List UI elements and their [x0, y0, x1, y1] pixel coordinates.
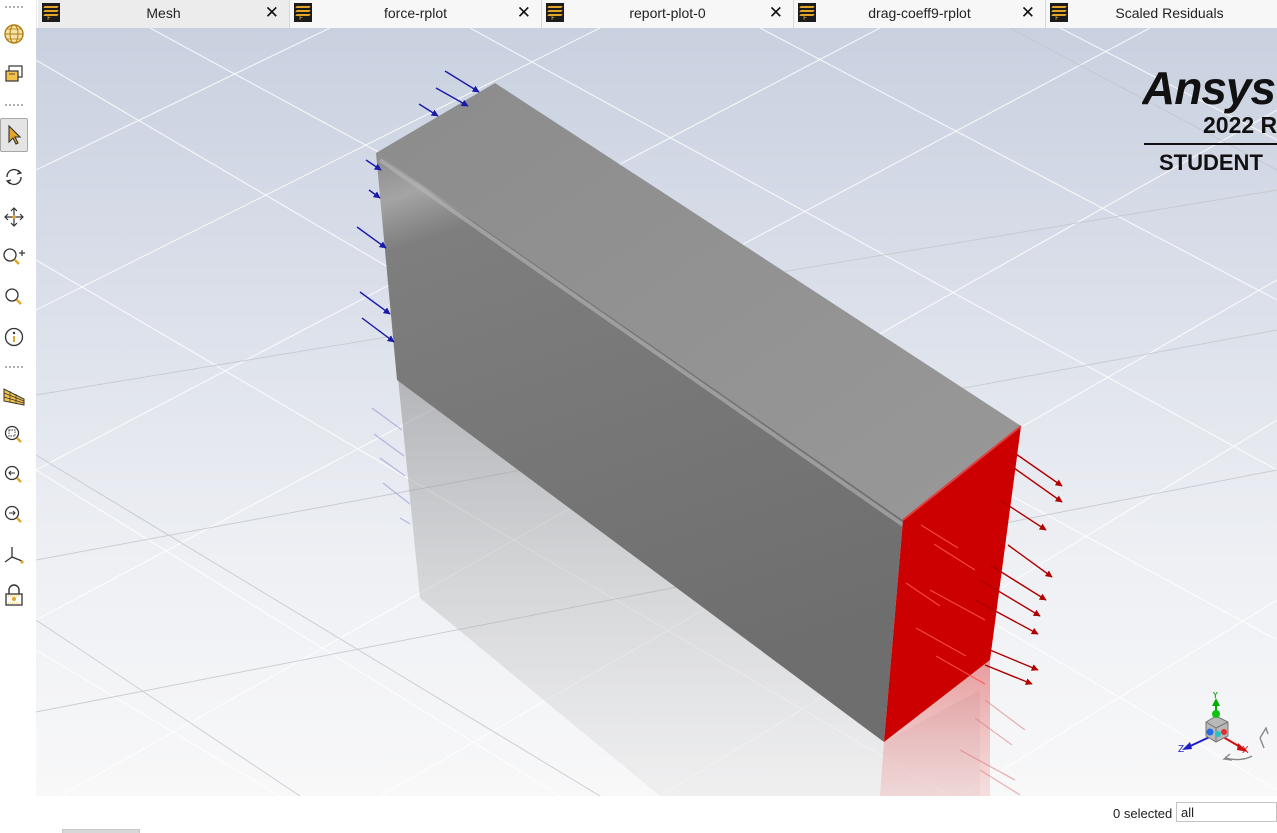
tab-label: Scaled Residuals [1115, 5, 1224, 21]
logo-version: 2022 R [1203, 112, 1277, 138]
graphics-toolbar [0, 0, 37, 832]
zoom-out-button[interactable] [0, 458, 28, 492]
selection-filter-input[interactable] [1176, 802, 1277, 822]
zoom-out-icon [4, 465, 22, 483]
rotate-button[interactable] [0, 160, 28, 194]
logo-edition: STUDENT [1159, 150, 1263, 175]
zoom-icon [5, 288, 22, 305]
view-axes-icon [4, 547, 24, 564]
zoom-to-box-button[interactable] [0, 418, 28, 452]
pan-button[interactable] [0, 200, 28, 234]
fit-to-window-button[interactable] [0, 498, 28, 532]
triad-x-label: X [1242, 745, 1249, 756]
mesh-plane-icon [3, 388, 25, 406]
probe-info-icon [4, 327, 24, 347]
close-icon[interactable]: ✕ [769, 4, 783, 22]
close-icon[interactable]: ✕ [265, 4, 279, 22]
mesh-sphere-button[interactable] [0, 17, 28, 51]
view-axes-button[interactable] [0, 538, 28, 572]
probe-info-button[interactable] [0, 320, 28, 354]
pan-icon [4, 207, 24, 227]
rotate-icon [5, 169, 23, 185]
tab-mesh[interactable]: F Mesh ✕ [38, 0, 290, 28]
tab-scaled-residuals[interactable]: F Scaled Residuals [1046, 0, 1277, 28]
mesh-display-icon [5, 65, 23, 82]
tab-label: force-rplot [383, 5, 448, 21]
mesh-display-button[interactable] [0, 57, 28, 91]
selection-count: 0 selected [1113, 806, 1173, 821]
logo-divider [1144, 143, 1277, 145]
axis-triad[interactable]: Y Z X [1176, 692, 1276, 792]
close-icon[interactable]: ✕ [1021, 4, 1035, 22]
lock-icon [5, 584, 23, 606]
tab-label: drag-coeff9-rplot [868, 5, 971, 21]
tab-force-rplot[interactable]: F force-rplot ✕ [290, 0, 542, 28]
tab-report-plot-0[interactable]: F report-plot-0 ✕ [542, 0, 794, 28]
bottom-panel-tab[interactable] [62, 829, 140, 833]
fluent-window-icon: F [546, 3, 564, 22]
logo-brand: Ansys [1142, 62, 1276, 114]
graphics-tab-bar: F Mesh ✕ F force-rplot ✕ F report-plot-0… [38, 0, 1277, 28]
mesh-sphere-icon [4, 24, 24, 44]
triad-z-label: Z [1178, 744, 1184, 755]
tab-label: report-plot-0 [629, 5, 706, 21]
lock-view-button[interactable] [0, 578, 28, 612]
fluent-window-icon: F [1050, 3, 1068, 22]
tab-label: Mesh [146, 5, 181, 21]
fluent-window-icon: F [294, 3, 312, 22]
graphics-viewport[interactable]: Ansys 2022 R STUDENT Y Z X [36, 28, 1277, 796]
mesh-scene [36, 28, 1277, 796]
toolbar-grip[interactable] [5, 366, 23, 370]
triad-y-label: Y [1212, 692, 1219, 701]
close-icon[interactable]: ✕ [517, 4, 531, 22]
zoom-to-box-icon [4, 425, 22, 443]
select-pointer-button[interactable] [0, 118, 28, 152]
toolbar-grip[interactable] [5, 6, 23, 10]
fluent-window-icon: F [798, 3, 816, 22]
status-bar: 0 selected [0, 796, 1277, 833]
fit-to-window-icon [4, 505, 22, 523]
toolbar-grip[interactable] [5, 104, 23, 108]
tab-drag-coeff9-rplot[interactable]: F drag-coeff9-rplot ✕ [794, 0, 1046, 28]
select-pointer-icon [8, 124, 22, 145]
zoom-button[interactable] [0, 280, 28, 314]
ansys-logo: Ansys 2022 R STUDENT [1142, 62, 1277, 182]
fluent-window-icon: F [42, 3, 60, 22]
zoom-in-icon [3, 248, 25, 265]
mesh-plane-button[interactable] [0, 378, 28, 412]
zoom-in-button[interactable] [0, 240, 28, 274]
